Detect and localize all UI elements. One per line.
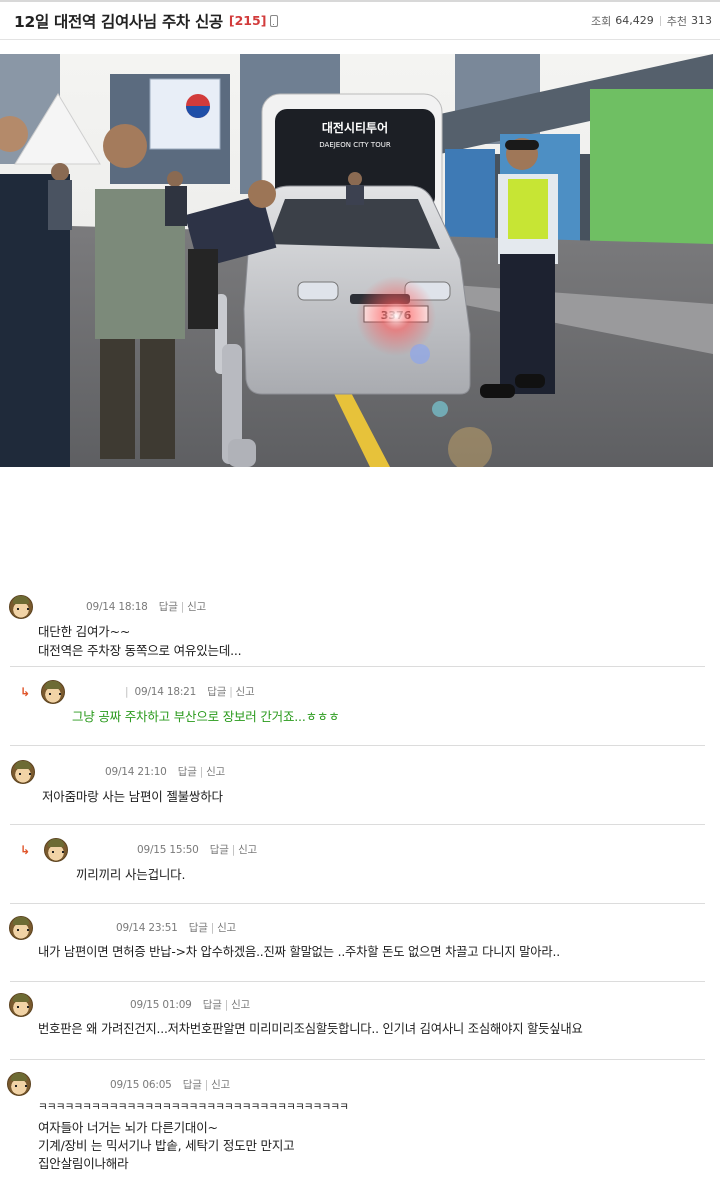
meta-divider: | (210, 922, 215, 934)
comment-datetime: 09/15 06:05 (110, 1079, 172, 1091)
comment-text-line: 끼리끼리 사는겁니다. (76, 867, 186, 882)
post-header: 12일 대전역 김여사님 주차 신공 [215] 조회 64,429 추천 31… (0, 0, 720, 40)
meta-divider: | (231, 844, 236, 856)
user-avatar-icon[interactable] (9, 595, 33, 619)
comment-divider (10, 745, 705, 746)
report-button[interactable]: 신고 (211, 1079, 230, 1091)
lens-flare (356, 276, 436, 356)
comment-datetime: 09/14 23:51 (116, 922, 178, 934)
reply-button[interactable]: 답글 (189, 922, 208, 934)
report-button[interactable]: 신고 (238, 844, 257, 856)
user-avatar-icon[interactable] (9, 993, 33, 1017)
comment-divider (10, 981, 705, 982)
views-label: 조회 (591, 14, 612, 28)
meta-divider: | (204, 1079, 209, 1091)
comment-meta: | 09/14 18:21 답글 | 신고 (122, 684, 255, 699)
comment-text-line: 그냥 공짜 주차하고 부산으로 장보러 간거죠...ㅎㅎㅎ (72, 709, 340, 724)
report-button[interactable]: 신고 (206, 766, 225, 778)
comment-text-line: 번호판은 왜 가려진건지...저차번호판알면 미리미리조심할듯합니다.. 인기녀… (38, 1022, 583, 1036)
comment-text-line: 대전역은 주차장 동쪽으로 여유있는데... (38, 643, 242, 658)
comment-count-link[interactable]: [215] (229, 13, 267, 28)
comment-text-line: 집안살림이나해라 (38, 1156, 129, 1171)
reply-button[interactable]: 답글 (210, 844, 229, 856)
meta-divider: | (125, 686, 129, 698)
reply-button[interactable]: 답글 (203, 999, 222, 1011)
user-avatar-icon[interactable] (9, 916, 33, 940)
report-button[interactable]: 신고 (187, 601, 206, 613)
comment-meta: 09/15 06:05 답글 | 신고 (110, 1077, 230, 1092)
car-windshield (268, 199, 440, 249)
reply-button[interactable]: 답글 (183, 1079, 202, 1091)
comment-datetime: 09/15 01:09 (130, 999, 192, 1011)
post-photo: 대전시티투어 DAEJEON CITY TOUR 3376 (0, 54, 713, 467)
comment-meta: 09/15 01:09 답글 | 신고 (130, 997, 250, 1012)
report-button[interactable]: 신고 (217, 922, 236, 934)
meta-divider: | (224, 999, 229, 1011)
bus-sign-korean: 대전시티투어 (322, 120, 388, 135)
stats-divider (659, 15, 661, 26)
comment-meta: 09/15 15:50 답글 | 신고 (137, 842, 257, 857)
meta-divider: | (229, 686, 233, 698)
post-stats: 조회 64,429 추천 313 (591, 13, 712, 29)
post-title: 12일 대전역 김여사님 주차 신공 (14, 12, 223, 31)
banner (149, 78, 221, 150)
comment-datetime: 09/14 21:10 (105, 766, 167, 778)
report-button[interactable]: 신고 (231, 999, 250, 1011)
bollard (228, 439, 256, 467)
reply-arrow-icon: ↳ (20, 843, 31, 857)
user-avatar-icon[interactable] (44, 838, 68, 862)
meta-divider: | (199, 766, 204, 778)
comment-meta: 09/14 23:51 답글 | 신고 (116, 920, 236, 935)
reply-arrow-icon: ↳ (20, 685, 31, 699)
report-button[interactable]: 신고 (236, 686, 255, 698)
comment-text-line: 기계/장비 는 믹서기나 밥솥, 세탁기 정도만 만지고 (38, 1138, 295, 1153)
reply-button[interactable]: 답글 (178, 766, 197, 778)
comment-datetime: 09/14 18:21 (134, 686, 197, 698)
comment-text-line: 대단한 김여가~~ (38, 624, 131, 639)
comment-divider (10, 824, 705, 825)
comment-datetime: 09/15 15:50 (137, 844, 199, 856)
comment-text-line: 내가 남편이면 면허증 반납->차 압수하겠음..진짜 할말없는 ..주차할 돈… (38, 945, 560, 959)
user-avatar-icon[interactable] (41, 680, 65, 704)
user-avatar-icon[interactable] (11, 760, 35, 784)
comment-divider (10, 903, 705, 904)
reply-button[interactable]: 답글 (207, 686, 226, 698)
recommend-count: 313 (691, 14, 712, 27)
comment-meta: 09/14 21:10 답글 | 신고 (105, 764, 225, 779)
recommend-label: 추천 (666, 14, 687, 28)
bus-sign-english: DAEJEON CITY TOUR (319, 141, 391, 149)
comment-datetime: 09/14 18:18 (86, 601, 148, 613)
mobile-icon (270, 14, 279, 27)
comment-meta: 09/14 18:18 답글 | 신고 (86, 599, 206, 614)
comment-text-line: ㅋㅋㅋㅋㅋㅋㅋㅋㅋㅋㅋㅋㅋㅋㅋㅋㅋㅋㅋㅋㅋㅋㅋㅋㅋㅋㅋㅋㅋㅋㅋㅋㅋㅋㅋ (38, 1101, 349, 1113)
comment-text-line: 여자들아 너거는 뇌가 다른기대이~ (38, 1120, 218, 1135)
comment-text-line: 저아줌마랑 사는 남편이 젤불쌍하다 (42, 789, 223, 804)
views-count: 64,429 (615, 14, 654, 27)
comment-divider (10, 666, 705, 667)
user-avatar-icon[interactable] (7, 1072, 31, 1096)
comment-divider (10, 1059, 705, 1060)
meta-divider: | (180, 601, 185, 613)
reply-button[interactable]: 답글 (159, 601, 178, 613)
